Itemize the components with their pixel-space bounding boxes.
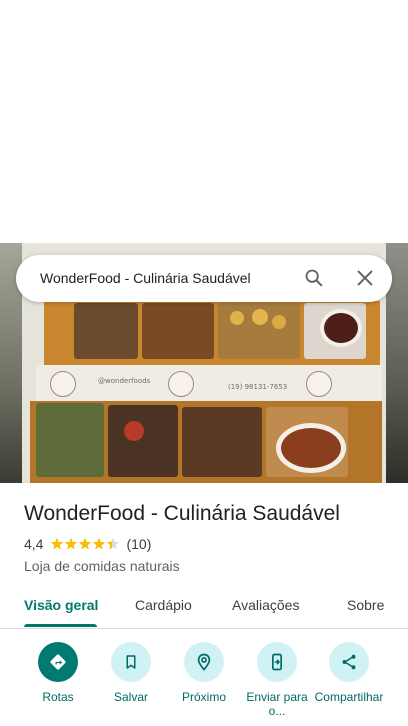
food-photo-7 xyxy=(182,407,262,477)
nearby-button[interactable]: Próximo xyxy=(164,642,244,704)
search-icon[interactable] xyxy=(303,267,325,289)
star-icon xyxy=(51,537,64,550)
star-rating-icon xyxy=(50,537,120,551)
place-title: WonderFood - Culinária Saudável xyxy=(24,502,340,525)
food-photo-bowl xyxy=(320,309,362,347)
directions-icon xyxy=(38,642,78,682)
send-to-phone-button[interactable]: Enviar para o... xyxy=(237,642,317,718)
photo-instagram-text: @wonderfoods xyxy=(98,377,151,385)
food-photo-detail xyxy=(252,309,268,325)
food-photo-6 xyxy=(108,405,178,477)
food-photo-5 xyxy=(36,403,104,477)
directions-label: Rotas xyxy=(42,690,74,704)
send-to-phone-icon xyxy=(257,642,297,682)
food-photo-2 xyxy=(142,303,214,359)
photo-phone-text: (19) 98131-7653 xyxy=(228,383,288,391)
logo-emblem xyxy=(168,371,194,397)
star-icon xyxy=(79,537,92,550)
search-query[interactable]: WonderFood - Culinária Saudável xyxy=(40,270,251,286)
rating-value: 4,4 xyxy=(24,536,44,552)
search-bar[interactable]: WonderFood - Culinária Saudável xyxy=(16,255,392,302)
close-icon[interactable] xyxy=(354,267,376,289)
send-to-phone-label: Enviar para o... xyxy=(246,690,308,718)
place-category[interactable]: Loja de comidas naturais xyxy=(24,558,180,574)
tab-bar: Visão geral Cardápio Avaliações Sobre xyxy=(0,590,408,629)
directions-button[interactable]: Rotas xyxy=(18,642,98,704)
active-tab-indicator xyxy=(24,624,97,627)
star-icon xyxy=(107,537,120,550)
nearby-icon xyxy=(184,642,224,682)
food-photo-detail xyxy=(124,421,144,441)
save-button[interactable]: Salvar xyxy=(91,642,171,704)
star-icon xyxy=(93,537,106,550)
tab-overview[interactable]: Visão geral xyxy=(24,597,98,613)
bookmark-icon xyxy=(111,642,151,682)
logo-emblem xyxy=(306,371,332,397)
food-photo-detail xyxy=(272,315,286,329)
share-button[interactable]: Compartilhar xyxy=(309,642,389,704)
tab-reviews[interactable]: Avaliações xyxy=(232,597,299,613)
save-label: Salvar xyxy=(113,690,148,704)
rating-row[interactable]: 4,4 (10) xyxy=(24,536,151,552)
action-buttons: Rotas Salvar Próximo Enviar para o... Co… xyxy=(0,640,408,726)
share-icon xyxy=(329,642,369,682)
nearby-label: Próximo xyxy=(181,690,226,704)
place-page: @wonderfoods (19) 98131-7653 WonderFood … xyxy=(0,0,408,726)
tab-about[interactable]: Sobre xyxy=(347,597,384,613)
food-photo-bowl xyxy=(276,423,346,473)
food-photo-1 xyxy=(74,303,138,359)
review-count[interactable]: (10) xyxy=(126,536,151,552)
food-photo-detail xyxy=(230,311,244,325)
logo-emblem xyxy=(50,371,76,397)
star-icon xyxy=(65,537,78,550)
tab-menu[interactable]: Cardápio xyxy=(135,597,192,613)
share-label: Compartilhar xyxy=(314,690,384,704)
